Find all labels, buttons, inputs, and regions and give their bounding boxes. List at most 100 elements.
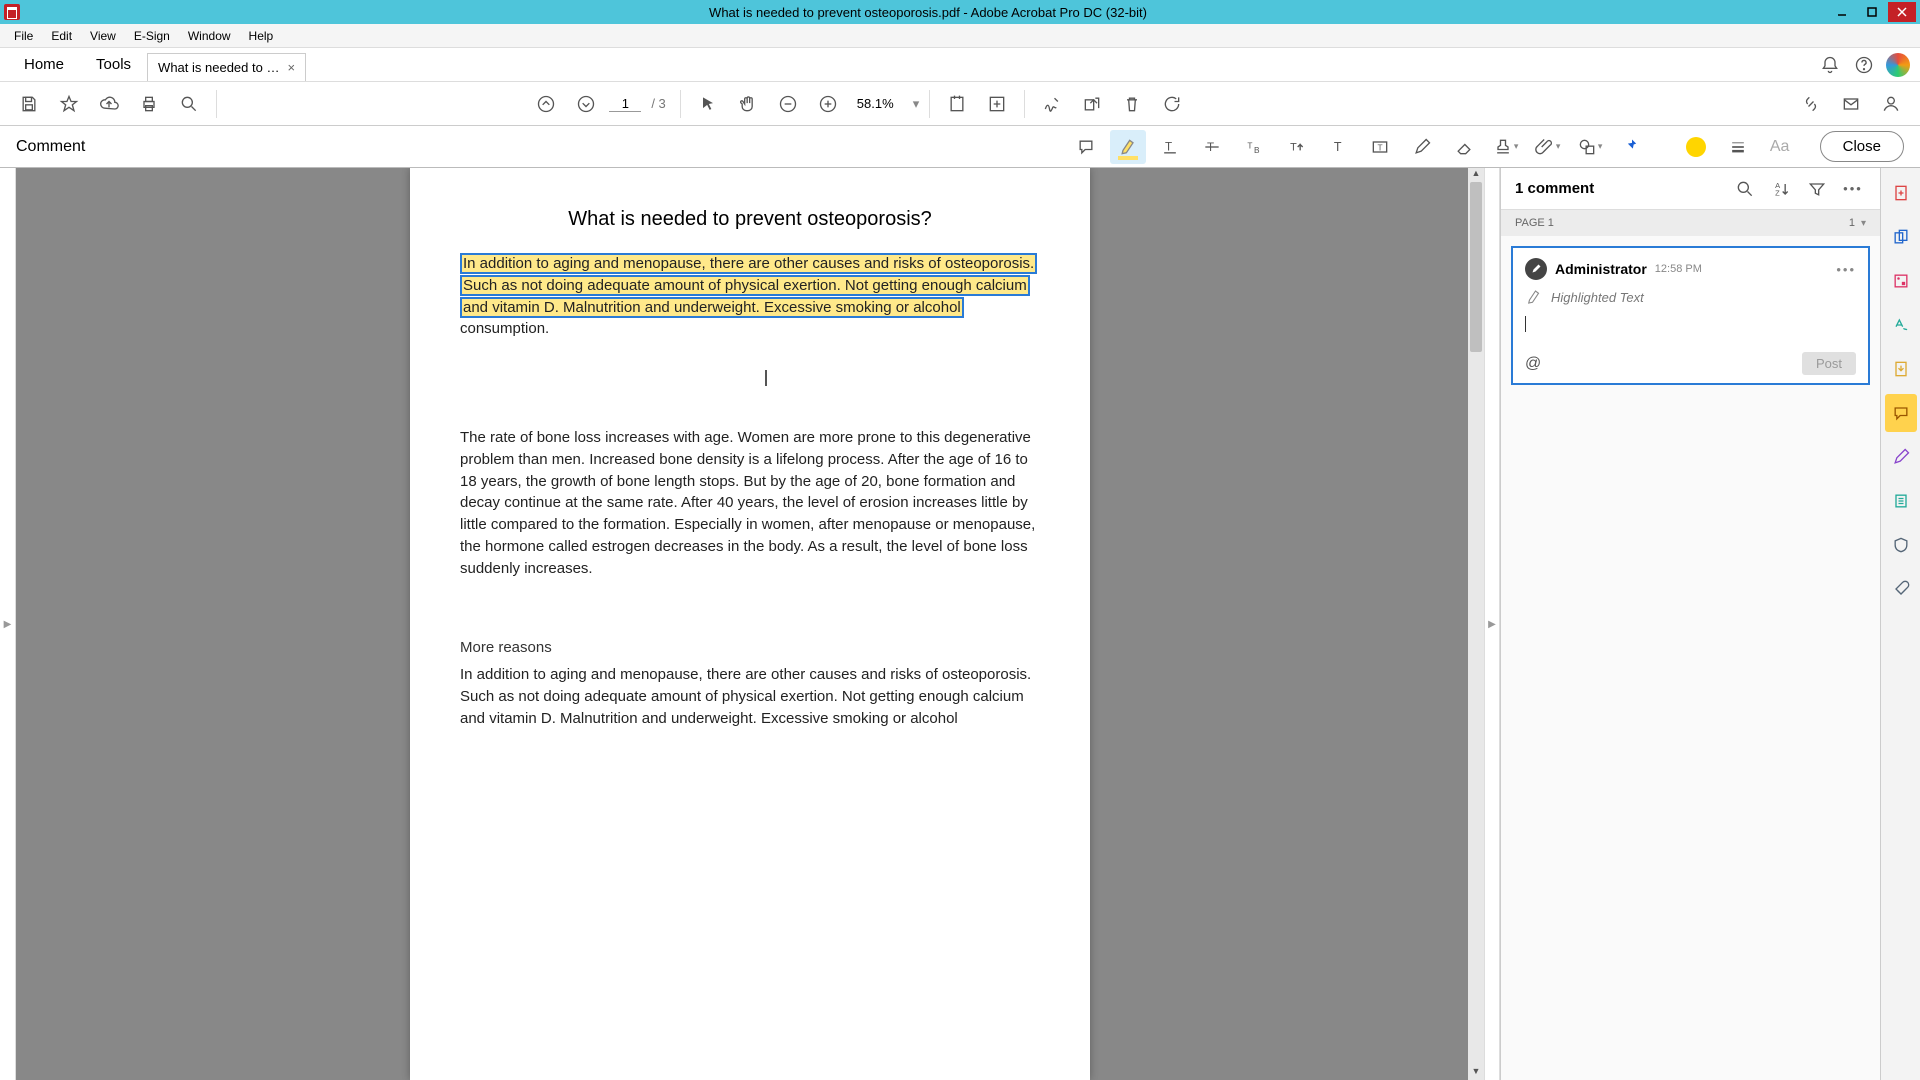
rail-edit-button[interactable] (1885, 262, 1917, 300)
rail-create-pdf-button[interactable] (1885, 174, 1917, 212)
page-group-count: 1 (1849, 217, 1855, 229)
eraser-button[interactable] (1446, 130, 1482, 164)
tab-home[interactable]: Home (8, 50, 80, 79)
insert-text-button[interactable]: T (1278, 130, 1314, 164)
rail-compress-button[interactable] (1885, 482, 1917, 520)
insert-button[interactable] (1075, 87, 1109, 121)
right-tool-rail (1880, 168, 1920, 1080)
line-thickness-button[interactable] (1720, 130, 1756, 164)
comment-more-button[interactable]: ••• (1836, 262, 1856, 277)
tab-close-icon[interactable]: × (287, 60, 295, 75)
document-viewport[interactable]: What is needed to prevent osteoporosis? … (16, 168, 1484, 1080)
zoom-out-button[interactable] (771, 87, 805, 121)
scrollbar-thumb[interactable] (1470, 182, 1482, 352)
drawing-tools-button[interactable]: ▾ (1572, 130, 1608, 164)
zoom-level-select[interactable] (851, 94, 921, 113)
help-icon[interactable] (1850, 51, 1878, 79)
close-window-button[interactable] (1888, 2, 1916, 22)
upload-button[interactable] (92, 87, 126, 121)
selection-tool-button[interactable] (691, 87, 725, 121)
maximize-button[interactable] (1858, 2, 1886, 22)
page-up-button[interactable] (529, 87, 563, 121)
text-properties-button[interactable]: Aa (1762, 130, 1798, 164)
scroll-down-icon[interactable]: ▼ (1468, 1066, 1484, 1080)
comments-options-button[interactable]: ••• (1840, 176, 1866, 202)
highlighted-text[interactable]: In addition to aging and menopause, ther… (460, 253, 1037, 318)
comment-card[interactable]: Administrator 12:58 PM ••• Highlighted T… (1511, 246, 1870, 385)
find-button[interactable] (172, 87, 206, 121)
page-total-label: / 3 (651, 96, 665, 111)
rail-comment-button[interactable] (1885, 394, 1917, 432)
post-button[interactable]: Post (1802, 352, 1856, 375)
underline-text-button[interactable]: T (1152, 130, 1188, 164)
comments-page-group[interactable]: PAGE 1 1 ▾ (1501, 210, 1880, 236)
menu-file[interactable]: File (6, 27, 41, 45)
svg-text:T: T (1290, 141, 1297, 153)
text-box-button[interactable]: T (1362, 130, 1398, 164)
close-comment-button[interactable]: Close (1820, 131, 1904, 162)
comment-reply-input[interactable] (1525, 316, 1856, 342)
replace-text-button[interactable]: TB (1236, 130, 1272, 164)
menu-edit[interactable]: Edit (43, 27, 80, 45)
rotate-button[interactable] (1155, 87, 1189, 121)
paragraph-3[interactable]: In addition to aging and menopause, ther… (460, 664, 1040, 729)
attachment-button[interactable]: ▾ (1530, 130, 1566, 164)
paragraph-2[interactable]: The rate of bone loss increases with age… (460, 427, 1040, 579)
rail-organize-button[interactable] (1885, 438, 1917, 476)
zoom-in-button[interactable] (811, 87, 845, 121)
hand-tool-button[interactable] (731, 87, 765, 121)
page-number-input[interactable] (609, 96, 641, 112)
comments-panel: 1 comment AZ ••• PAGE 1 1 ▾ Administrato… (1500, 168, 1880, 1080)
paragraph-1[interactable]: In addition to aging and menopause, ther… (460, 253, 1040, 340)
star-button[interactable] (52, 87, 86, 121)
print-button[interactable] (132, 87, 166, 121)
strikethrough-button[interactable]: T (1194, 130, 1230, 164)
comment-author: Administrator (1555, 261, 1647, 277)
delete-button[interactable] (1115, 87, 1149, 121)
tab-document[interactable]: What is needed to … × (147, 53, 306, 81)
account-avatar[interactable] (1884, 51, 1912, 79)
tab-tools[interactable]: Tools (80, 50, 147, 79)
link-button[interactable] (1794, 87, 1828, 121)
chevron-right-icon: ▶ (4, 619, 12, 630)
fit-width-button[interactable] (940, 87, 974, 121)
minimize-button[interactable] (1828, 2, 1856, 22)
menu-help[interactable]: Help (241, 27, 282, 45)
left-panel-toggle[interactable]: ▶ (0, 168, 16, 1080)
profile-button[interactable] (1874, 87, 1908, 121)
search-comments-button[interactable] (1732, 176, 1758, 202)
sign-button[interactable] (1035, 87, 1069, 121)
right-panel-toggle[interactable]: ▶ (1484, 168, 1500, 1080)
highlight-icon (1525, 288, 1543, 306)
rail-export-button[interactable] (1885, 350, 1917, 388)
pencil-button[interactable] (1404, 130, 1440, 164)
rail-protect-button[interactable] (1885, 526, 1917, 564)
email-button[interactable] (1834, 87, 1868, 121)
add-text-button[interactable]: T (1320, 130, 1356, 164)
notifications-icon[interactable] (1816, 51, 1844, 79)
rail-combine-button[interactable] (1885, 218, 1917, 256)
menu-esign[interactable]: E-Sign (126, 27, 178, 45)
fit-page-button[interactable] (980, 87, 1014, 121)
pin-button[interactable] (1614, 130, 1650, 164)
svg-text:T: T (1377, 142, 1382, 152)
svg-text:B: B (1254, 144, 1260, 154)
menu-window[interactable]: Window (180, 27, 239, 45)
rail-sign-button[interactable] (1885, 306, 1917, 344)
sort-comments-button[interactable]: AZ (1768, 176, 1794, 202)
vertical-scrollbar[interactable]: ▲ ▼ (1468, 168, 1484, 1080)
mention-button[interactable]: @ (1525, 355, 1541, 373)
save-button[interactable] (12, 87, 46, 121)
color-picker-button[interactable] (1678, 130, 1714, 164)
main-toolbar: / 3 ▾ (0, 82, 1920, 126)
menu-view[interactable]: View (82, 27, 124, 45)
filter-comments-button[interactable] (1804, 176, 1830, 202)
highlight-text-button[interactable] (1110, 130, 1146, 164)
stamp-button[interactable]: ▾ (1488, 130, 1524, 164)
page-down-button[interactable] (569, 87, 603, 121)
rail-more-tools-button[interactable] (1885, 570, 1917, 608)
sticky-note-button[interactable] (1068, 130, 1104, 164)
scroll-up-icon[interactable]: ▲ (1468, 168, 1484, 182)
tab-document-label: What is needed to … (158, 60, 279, 75)
comment-toolbar: Comment T T TB T T T ▾ ▾ ▾ Aa Close (0, 126, 1920, 168)
